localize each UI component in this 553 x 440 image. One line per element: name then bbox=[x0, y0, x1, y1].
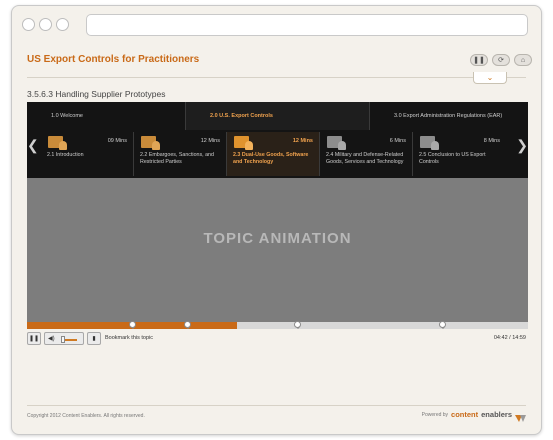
presenter-icon bbox=[326, 135, 346, 150]
chevron-down-icon[interactable]: ⌄ bbox=[473, 72, 507, 84]
refresh-icon[interactable]: ⟳ bbox=[492, 54, 510, 66]
window-maximize-dot[interactable] bbox=[56, 18, 69, 31]
pause-button[interactable]: ❚❚ bbox=[27, 332, 41, 345]
tab-export-administration-regulations[interactable]: 3.0 Export Administration Regulations (E… bbox=[370, 102, 528, 130]
presenter-icon bbox=[419, 135, 439, 150]
browser-window: US Export Controls for Practitioners ❚❚ … bbox=[11, 5, 542, 435]
volume-control[interactable]: ◀) bbox=[44, 332, 84, 345]
time-readout: 04:42 / 14:59 bbox=[493, 335, 526, 341]
page-title: 3.5.6.3 Handling Supplier Prototypes bbox=[27, 89, 166, 99]
tab-us-export-controls[interactable]: 2.0 U.S. Export Controls bbox=[186, 102, 370, 130]
window-minimize-dot[interactable] bbox=[39, 18, 52, 31]
topic-label: 2.5 Conclusion to US Export Controls bbox=[419, 152, 486, 165]
chapter-marker[interactable] bbox=[294, 321, 302, 329]
topic-item[interactable]: 6 Mins 2.4 Military and Defense-Related … bbox=[320, 132, 413, 176]
topic-duration: 12 Mins bbox=[200, 138, 220, 144]
bookmark-link[interactable]: Bookmark this topic bbox=[105, 335, 153, 341]
topic-list: 09 Mins 2.1 Introduction 12 Mins 2.2 Emb… bbox=[41, 132, 517, 176]
topic-label: 2.2 Embargoes, Sanctions, and Restricted… bbox=[140, 152, 214, 165]
chapter-marker[interactable] bbox=[183, 321, 191, 329]
topic-duration: 6 Mins bbox=[389, 138, 406, 144]
footer-divider bbox=[27, 405, 526, 406]
animation-stage[interactable]: TOPIC ANIMATION bbox=[27, 178, 528, 322]
topic-label: 2.1 Introduction bbox=[47, 152, 84, 158]
prev-arrow-icon[interactable]: ❮ bbox=[27, 138, 39, 152]
stop-button[interactable]: ▮ bbox=[87, 332, 101, 345]
pause-icon[interactable]: ❚❚ bbox=[470, 54, 488, 66]
copyright-text: Copyright 2012 Content Enablers. All rig… bbox=[27, 413, 145, 419]
topic-duration: 09 Mins bbox=[107, 138, 127, 144]
header-buttons: ❚❚ ⟳ ⌂ bbox=[470, 54, 532, 66]
stage-label: TOPIC ANIMATION bbox=[203, 229, 352, 247]
topic-duration: 12 Mins bbox=[292, 138, 313, 144]
tab-welcome[interactable]: 1.0 Welcome bbox=[27, 102, 186, 130]
topic-label: 2.3 Dual-Use Goods, Software and Technol… bbox=[233, 152, 309, 165]
chapter-marker[interactable] bbox=[439, 321, 447, 329]
topic-item[interactable]: 12 Mins 2.2 Embargoes, Sanctions, and Re… bbox=[134, 132, 227, 176]
course-title: US Export Controls for Practitioners bbox=[27, 54, 200, 65]
presenter-icon bbox=[47, 135, 67, 150]
topic-navigator: 1.0 Welcome 2.0 U.S. Export Controls 3.0… bbox=[27, 102, 528, 178]
powered-by-label: Powered by bbox=[421, 411, 449, 418]
topic-item-current[interactable]: 12 Mins 2.3 Dual-Use Goods, Software and… bbox=[227, 132, 320, 176]
topic-label: 2.4 Military and Defense-Related Goods, … bbox=[326, 152, 404, 165]
progress-bar[interactable] bbox=[27, 321, 528, 329]
volume-slider[interactable] bbox=[63, 339, 77, 341]
powered-by: Powered by content enablers bbox=[421, 410, 526, 422]
speaker-icon: ◀) bbox=[48, 336, 55, 342]
brand-name-enablers: enablers bbox=[481, 410, 512, 419]
presenter-icon bbox=[140, 135, 160, 150]
volume-knob[interactable] bbox=[61, 336, 65, 343]
next-arrow-icon[interactable]: ❯ bbox=[516, 138, 528, 152]
brand-logo-icon bbox=[515, 410, 526, 422]
topic-item[interactable]: 09 Mins 2.1 Introduction bbox=[41, 132, 134, 176]
module-tabs: 1.0 Welcome 2.0 U.S. Export Controls 3.0… bbox=[27, 102, 528, 130]
window-chrome bbox=[12, 6, 541, 46]
presenter-icon bbox=[233, 135, 253, 150]
address-bar[interactable] bbox=[86, 14, 528, 36]
home-icon[interactable]: ⌂ bbox=[514, 54, 532, 66]
window-close-dot[interactable] bbox=[22, 18, 35, 31]
topic-duration: 8 Mins bbox=[483, 138, 500, 144]
chapter-marker[interactable] bbox=[128, 321, 136, 329]
topic-item[interactable]: 8 Mins 2.5 Conclusion to US Export Contr… bbox=[413, 132, 506, 176]
header-divider bbox=[27, 77, 526, 78]
player-controls: ❚❚ ◀) ▮ Bookmark this topic 04:42 / 14:5… bbox=[27, 332, 528, 347]
brand-name-content: content bbox=[451, 410, 479, 419]
